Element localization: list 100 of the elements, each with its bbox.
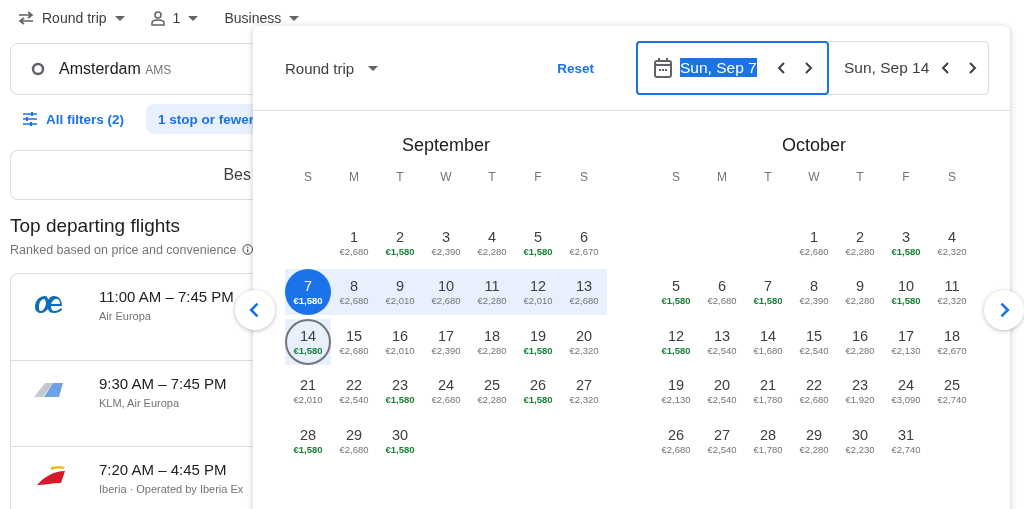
calendar-day[interactable]: 3 €1,580	[883, 219, 929, 266]
calendar-day[interactable]: 28 €1,780	[745, 417, 791, 464]
caret-icon	[114, 15, 125, 21]
weekday-label: T	[487, 170, 497, 186]
flight-times[interactable]: 11:00 AM – 7:45 PM	[99, 288, 234, 305]
section-subtitle: Ranked based on price and convenience	[10, 242, 237, 257]
calendar-day[interactable]: 8 €2,390	[791, 269, 837, 315]
calendar-day[interactable]: 6 €2,670	[561, 219, 607, 266]
person-icon	[150, 10, 165, 26]
calendar-day[interactable]: 23 €1,580	[377, 368, 423, 414]
calendar-day[interactable]: 25 €2,280	[469, 368, 515, 414]
calendar-day[interactable]: 20 €2,540	[699, 368, 745, 414]
calendar-day[interactable]: 21 €2,010	[285, 368, 331, 414]
caret-icon	[289, 15, 300, 21]
calendar-day[interactable]: 13 €2,540	[699, 318, 745, 365]
calendar-day[interactable]: 29 €2,680	[331, 417, 377, 464]
calendar-day[interactable]: 15 €2,540	[791, 318, 837, 365]
calendar-day[interactable]: 30 €1,580	[377, 417, 423, 464]
flight-times[interactable]: 7:20 AM – 4:45 PM	[99, 461, 244, 478]
info-icon[interactable]	[241, 242, 253, 257]
flight-times[interactable]: 9:30 AM – 7:45 PM	[99, 375, 227, 392]
calendar-day[interactable]: 29 €2,280	[791, 417, 837, 464]
section-title: Top departing flights	[10, 215, 182, 237]
weekday-label: W	[807, 170, 821, 186]
calendar-day[interactable]: 16 €2,010	[377, 318, 423, 365]
calendar-day[interactable]: 19 €2,130	[653, 368, 699, 414]
calendar-day[interactable]: 31 €2,740	[883, 417, 929, 464]
calendar-day[interactable]: 2 €2,280	[837, 219, 883, 266]
calendar-day[interactable]: 12 €1,580	[653, 318, 699, 365]
calendar-day[interactable]: 4 €2,320	[929, 219, 975, 266]
calendar-day[interactable]: 11 €2,320	[929, 269, 975, 315]
reset-button[interactable]: Reset	[553, 56, 598, 80]
calendar-day[interactable]: 26 €1,580	[515, 368, 561, 414]
airline-name: KLM, Air Europa	[99, 397, 181, 409]
calendar-day[interactable]: 18 €2,670	[929, 318, 975, 365]
filters-button[interactable]: All filters (2)	[10, 104, 124, 134]
calendar-day[interactable]: 12 €2,010	[515, 269, 561, 315]
calendar-day[interactable]: 22 €2,540	[331, 368, 377, 414]
weekday-label: T	[855, 170, 865, 186]
weekday-label: S	[579, 170, 589, 186]
calendar-day[interactable]: 14 €1,680	[745, 318, 791, 365]
cabin-dropdown[interactable]: Business	[224, 10, 300, 26]
next-month-button[interactable]	[984, 290, 1024, 330]
weekday-label: F	[533, 170, 543, 186]
calendar-day[interactable]: 11 €2,280	[469, 269, 515, 315]
calendar-day[interactable]: 9 €2,280	[837, 269, 883, 315]
caret-icon	[368, 65, 379, 71]
calendar-day[interactable]: 5 €1,580	[515, 219, 561, 266]
calendar-day[interactable]: 30 €2,230	[837, 417, 883, 464]
calendar-day[interactable]: 2 €1,580	[377, 219, 423, 266]
sliders-icon	[22, 112, 38, 126]
previous-month-button[interactable]	[235, 290, 275, 330]
calendar-day[interactable]: 4 €2,280	[469, 219, 515, 266]
weekday-label: M	[716, 170, 728, 186]
trip-type-dropdown[interactable]: Round trip	[18, 10, 125, 26]
weekday-label: S	[947, 170, 957, 186]
calendar-day[interactable]: 3 €2,390	[423, 219, 469, 266]
calendar-day[interactable]: 28 €1,580	[285, 417, 331, 464]
calendar-day[interactable]: 20 €2,320	[561, 318, 607, 365]
calendar-day[interactable]: 1 €2,680	[331, 219, 377, 266]
calendar-day[interactable]: 24 €2,680	[423, 368, 469, 414]
calendar-day[interactable]: 21 €1,780	[745, 368, 791, 414]
calendar-day[interactable]: 26 €2,680	[653, 417, 699, 464]
weekday-label: S	[303, 170, 313, 186]
calendar-day[interactable]: 19 €1,580	[515, 318, 561, 365]
weekday-label: T	[763, 170, 773, 186]
calendar-day[interactable]: 25 €2,740	[929, 368, 975, 414]
calendar-day[interactable]: 7 €1,580	[285, 269, 331, 315]
calendar-day[interactable]: 17 €2,130	[883, 318, 929, 365]
calendar-day[interactable]: 15 €2,680	[331, 318, 377, 365]
calendar-day[interactable]: 17 €2,390	[423, 318, 469, 365]
calendar-day[interactable]: 18 €2,280	[469, 318, 515, 365]
calendar-day[interactable]: 10 €1,580	[883, 269, 929, 315]
calendar-day[interactable]: 23 €1,920	[837, 368, 883, 414]
weekday-label: F	[901, 170, 911, 186]
calendar-day[interactable]: 8 €2,680	[331, 269, 377, 315]
weekday-label: T	[395, 170, 405, 186]
calendar-day[interactable]: 24 €3,090	[883, 368, 929, 414]
trip-type-dropdown[interactable]: Round trip	[285, 59, 379, 77]
calendar-day[interactable]: 7 €1,580	[745, 269, 791, 315]
calendar-day[interactable]: 13 €2,680	[561, 269, 607, 315]
weekday-label: W	[439, 170, 453, 186]
calendar-day[interactable]: 6 €2,680	[699, 269, 745, 315]
calendar-day[interactable]: 16 €2,280	[837, 318, 883, 365]
month-title: September	[400, 135, 492, 157]
weekday-label: S	[671, 170, 681, 186]
calendar-day[interactable]: 1 €2,680	[791, 219, 837, 266]
calendar-day[interactable]: 9 €2,010	[377, 269, 423, 315]
calendar-day[interactable]: 5 €1,580	[653, 269, 699, 315]
sort-tabs[interactable]: Bes	[10, 150, 253, 200]
calendar-day[interactable]: 22 €2,680	[791, 368, 837, 414]
caret-icon	[188, 15, 199, 21]
weekday-label: M	[348, 170, 360, 186]
passengers-dropdown[interactable]: 1	[150, 10, 199, 26]
calendar-day[interactable]: 27 €2,320	[561, 368, 607, 414]
calendar-day[interactable]: 14 €1,580	[285, 318, 331, 365]
calendar-day[interactable]: 27 €2,540	[699, 417, 745, 464]
calendar-day[interactable]: 10 €2,680	[423, 269, 469, 315]
swap-icon	[18, 11, 34, 25]
month-title: October	[781, 135, 847, 157]
